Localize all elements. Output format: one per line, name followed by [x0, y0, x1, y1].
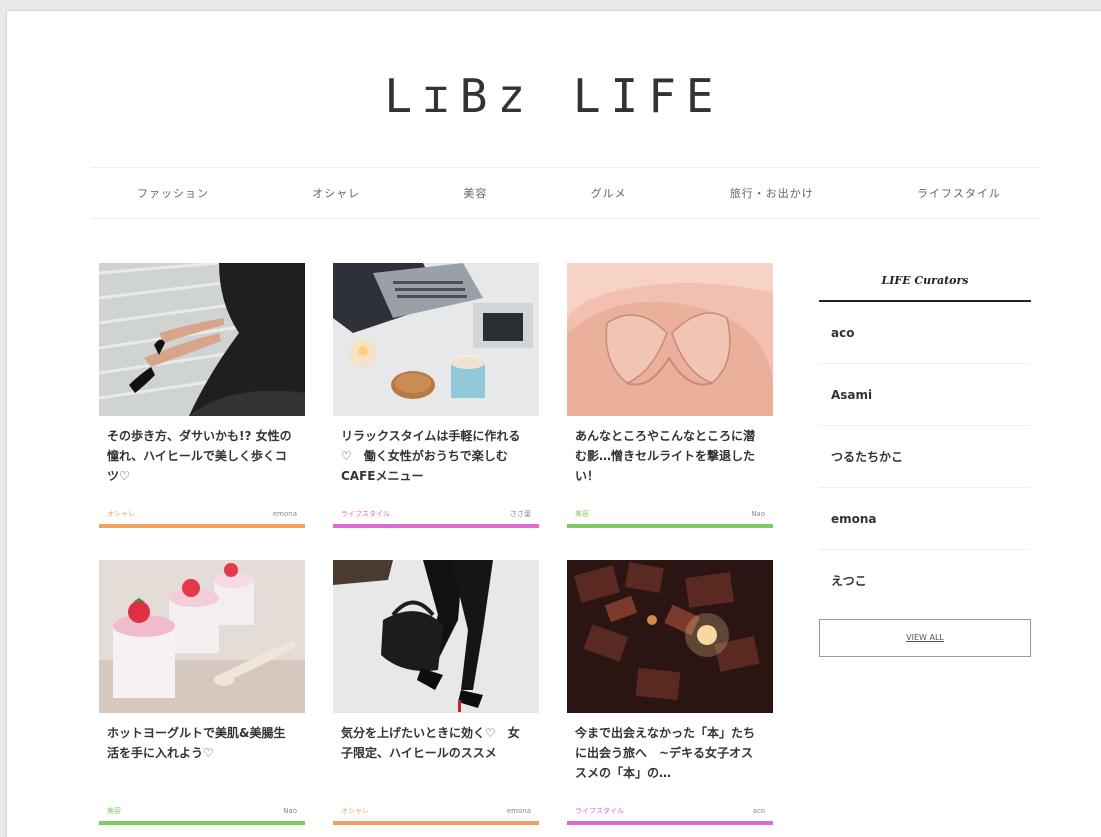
- article-author[interactable]: Nao: [283, 807, 297, 815]
- nav-item-beauty[interactable]: 美容: [463, 185, 487, 201]
- article-author[interactable]: emona: [273, 510, 297, 518]
- article-meta: 美容 Nao: [99, 801, 305, 821]
- view-all-button[interactable]: VIEW ALL: [819, 619, 1031, 657]
- article-card[interactable]: 気分を上げたいときに効く♡ 女子限定、ハイヒールのススメ オシャレ emona: [333, 560, 539, 825]
- category-color-bar: [333, 821, 539, 825]
- article-author[interactable]: aco: [753, 807, 765, 815]
- article-meta: 美容 Nao: [567, 504, 773, 524]
- category-color-bar: [567, 821, 773, 825]
- article-title[interactable]: 今まで出会えなかった「本」たちに出会う旅へ ~デキる女子オススメの「本」の…: [567, 713, 773, 801]
- article-title[interactable]: あんなところやこんなところに潜む影…憎きセルライトを撃退したい！: [567, 416, 773, 504]
- article-meta: ライフスタイル aco: [567, 801, 773, 821]
- category-color-bar: [99, 821, 305, 825]
- category-color-bar: [333, 524, 539, 528]
- category-color-bar: [99, 524, 305, 528]
- article-meta: オシャレ emona: [333, 801, 539, 821]
- curators-sidebar: LIFE Curators aco Asami つるたちかこ emona えつこ…: [819, 264, 1031, 657]
- article-author[interactable]: Nao: [751, 510, 765, 518]
- curator-item[interactable]: aco: [819, 302, 1031, 364]
- curator-item[interactable]: Asami: [819, 364, 1031, 426]
- curator-item[interactable]: つるたちかこ: [819, 426, 1031, 488]
- article-card[interactable]: 今まで出会えなかった「本」たちに出会う旅へ ~デキる女子オススメの「本」の… ラ…: [567, 560, 773, 825]
- article-card[interactable]: あんなところやこんなところに潜む影…憎きセルライトを撃退したい！ 美容 Nao: [567, 263, 773, 528]
- nav-item-lifestyle[interactable]: ライフスタイル: [917, 185, 1001, 201]
- article-image-hands-heart[interactable]: [567, 263, 773, 416]
- article-category[interactable]: オシャレ: [107, 509, 135, 519]
- article-category[interactable]: 美容: [107, 806, 121, 816]
- article-title[interactable]: ホットヨーグルトで美肌&美腸生活を手に入れよう♡: [99, 713, 305, 801]
- category-nav: ファッション オシャレ 美容 グルメ 旅行・お出かけ ライフスタイル: [91, 167, 1041, 219]
- nav-item-travel[interactable]: 旅行・お出かけ: [730, 185, 814, 201]
- article-card[interactable]: ホットヨーグルトで美肌&美腸生活を手に入れよう♡ 美容 Nao: [99, 560, 305, 825]
- article-title[interactable]: その歩き方、ダサいかも!? 女性の憧れ、ハイヒールで美しく歩くコツ♡: [99, 416, 305, 504]
- article-title[interactable]: 気分を上げたいときに効く♡ 女子限定、ハイヒールのススメ: [333, 713, 539, 801]
- article-category[interactable]: ライフスタイル: [341, 509, 390, 519]
- article-meta: ライフスタイル ささ葉: [333, 504, 539, 524]
- nav-item-fashion[interactable]: ファッション: [137, 185, 209, 201]
- article-card[interactable]: リラックスタイムは手軽に作れる♡ 働く女性がおうちで楽しむCAFEメニュー ライ…: [333, 263, 539, 528]
- article-image-high-heels-stairs[interactable]: [99, 263, 305, 416]
- article-category[interactable]: ライフスタイル: [575, 806, 624, 816]
- sidebar-heading: LIFE Curators: [819, 264, 1031, 302]
- article-card[interactable]: その歩き方、ダサいかも!? 女性の憧れ、ハイヒールで美しく歩くコツ♡ オシャレ …: [99, 263, 305, 528]
- article-title[interactable]: リラックスタイムは手軽に作れる♡ 働く女性がおうちで楽しむCAFEメニュー: [333, 416, 539, 504]
- article-author[interactable]: emona: [507, 807, 531, 815]
- article-author[interactable]: ささ葉: [510, 509, 531, 519]
- article-image-walking-heels[interactable]: [333, 560, 539, 713]
- curator-item[interactable]: emona: [819, 488, 1031, 550]
- article-category[interactable]: 美容: [575, 509, 589, 519]
- page-frame: LɪBz LIFE ファッション オシャレ 美容 グルメ 旅行・お出かけ ライフ…: [6, 10, 1101, 837]
- article-meta: オシャレ emona: [99, 504, 305, 524]
- nav-item-oshare[interactable]: オシャレ: [312, 185, 360, 201]
- article-image-laptop-cafe[interactable]: [333, 263, 539, 416]
- nav-item-gourmet[interactable]: グルメ: [591, 185, 627, 201]
- site-logo[interactable]: LɪBz LIFE: [7, 69, 1101, 123]
- article-image-yogurt-strawberry[interactable]: [99, 560, 305, 713]
- article-category[interactable]: オシャレ: [341, 806, 369, 816]
- curator-item[interactable]: えつこ: [819, 550, 1031, 612]
- category-color-bar: [567, 524, 773, 528]
- article-image-book-cafe[interactable]: [567, 560, 773, 713]
